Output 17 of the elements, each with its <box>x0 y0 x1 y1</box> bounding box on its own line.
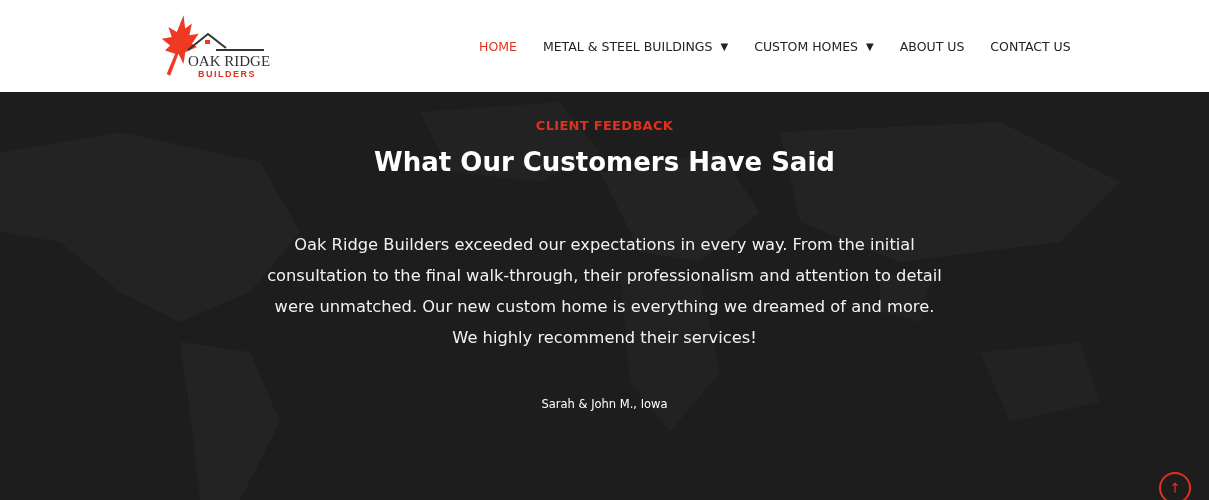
house-roof-icon <box>186 30 266 52</box>
testimonial-quote: Oak Ridge Builders exceeded our expectations in every way. From the initial consultation to the final walk-through, their professionalism and attention to detail were unmatched. Our new custom home is everything we dreamed of and more. We highly recommend their services! <box>266 234 943 349</box>
caret-icon: ▼ <box>720 40 729 52</box>
logo-text: OAK RIDGE <box>188 53 271 70</box>
scroll-to-top-button[interactable] <box>1159 472 1191 500</box>
nav-link[interactable]: CUSTOM HOMES ▼ <box>741 38 887 54</box>
nav-link[interactable]: METAL & STEEL BUILDINGS ▼ <box>529 38 742 54</box>
logo-text: BUILDERS <box>198 69 256 79</box>
nav-link[interactable]: HOME <box>466 38 530 54</box>
arrow-up-icon <box>1171 482 1179 494</box>
section-title: What Our Customers Have Said <box>374 147 835 177</box>
logo[interactable]: OAK RIDGE BUILDERS <box>160 6 270 86</box>
testimonial-author: Sarah & John M., Iowa <box>541 397 668 411</box>
nav-link[interactable]: ABOUT US <box>886 38 978 54</box>
nav-link[interactable]: CONTACT US <box>977 38 1084 54</box>
caret-icon: ▼ <box>866 40 874 52</box>
section-label: CLIENT FEEDBACK <box>535 118 674 133</box>
